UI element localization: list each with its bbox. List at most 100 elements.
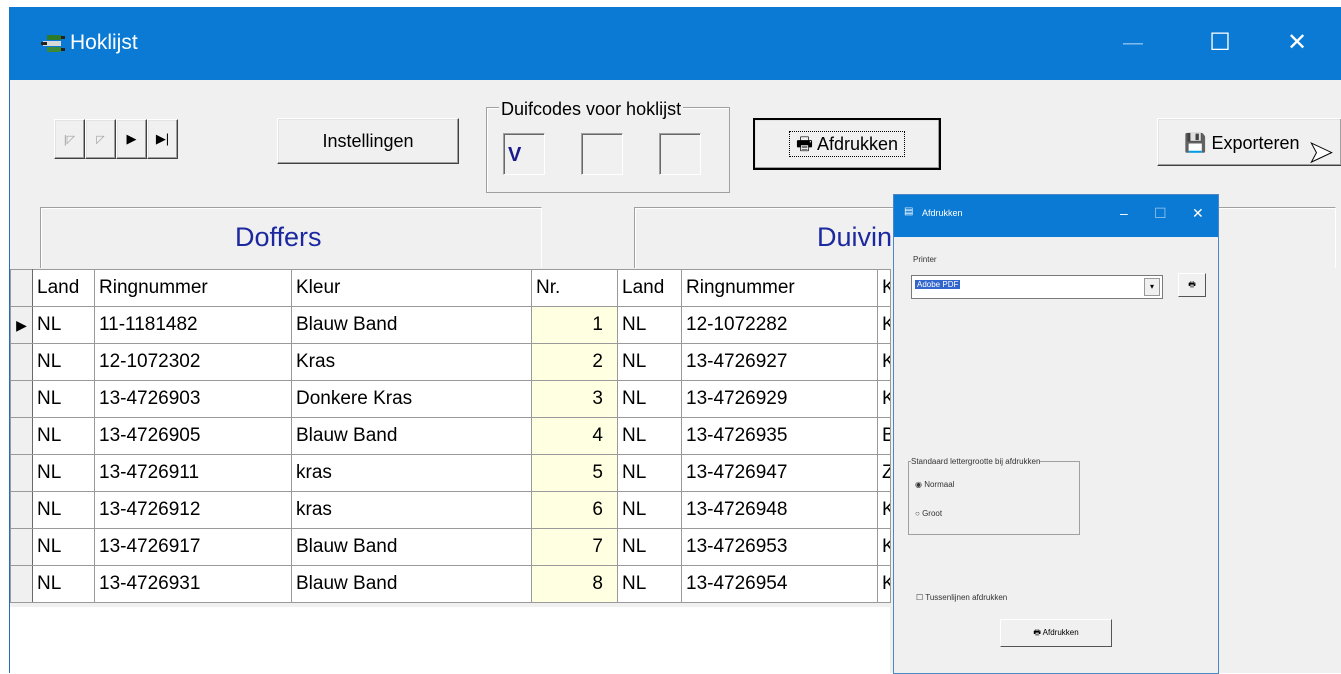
row-indicator-header [10, 269, 33, 307]
print-dialog-maximize-button[interactable]: ☐ [1154, 205, 1167, 222]
printer-setup-button[interactable]: 🖶 [1178, 273, 1206, 297]
cell-ringnummer[interactable]: 13-4726931 [94, 565, 292, 603]
table-row[interactable]: NL 13-4726931 Blauw Band 8 NL 13-4726954… [10, 565, 891, 603]
cell-kleur[interactable]: Kras [291, 343, 532, 381]
cell-ringnummer-2[interactable]: 12-1072282 [681, 306, 878, 344]
cell-land-2[interactable]: NL [617, 417, 682, 455]
cell-land[interactable]: NL [32, 417, 95, 455]
cell-ringnummer[interactable]: 13-4726903 [94, 380, 292, 418]
cell-land-2[interactable]: NL [617, 343, 682, 381]
duifcode-field-3[interactable] [659, 133, 701, 175]
cell-ringnummer-2[interactable]: 13-4726935 [681, 417, 878, 455]
table-row[interactable]: NL 13-4726911 kras 5 NL 13-4726947 Z [10, 454, 891, 492]
minimize-button[interactable]: — [1110, 21, 1156, 65]
table-row[interactable]: NL 13-4726917 Blauw Band 7 NL 13-4726953… [10, 528, 891, 566]
table-row[interactable]: NL 13-4726912 kras 6 NL 13-4726948 K [10, 491, 891, 529]
cell-nr[interactable]: 3 [531, 380, 618, 418]
cell-land[interactable]: NL [32, 306, 95, 344]
cell-nr[interactable]: 5 [531, 454, 618, 492]
cell-nr[interactable]: 4 [531, 417, 618, 455]
duifcode-field-2[interactable] [581, 133, 623, 175]
cell-kleur-2[interactable]: K [877, 343, 891, 381]
cell-ringnummer[interactable]: 13-4726905 [94, 417, 292, 455]
print-dialog-minimize-button[interactable]: – [1120, 205, 1128, 221]
column-header-kleur-2[interactable]: K [877, 269, 891, 307]
cell-kleur[interactable]: Blauw Band [291, 528, 532, 566]
column-header-land-2[interactable]: Land [617, 269, 682, 307]
cell-land-2[interactable]: NL [617, 454, 682, 492]
nav-next-button[interactable]: ▶ [116, 119, 147, 159]
afdrukken-button[interactable]: 🖶 Afdrukken [753, 118, 941, 170]
cell-land-2[interactable]: NL [617, 380, 682, 418]
cell-nr[interactable]: 7 [531, 528, 618, 566]
cell-land[interactable]: NL [32, 491, 95, 529]
cell-nr[interactable]: 6 [531, 491, 618, 529]
print-dialog-close-button[interactable]: ✕ [1192, 205, 1204, 222]
cell-land[interactable]: NL [32, 380, 95, 418]
nav-first-button[interactable]: |◸ [54, 119, 85, 159]
row-indicator [10, 380, 33, 418]
cell-kleur-2[interactable]: K [877, 380, 891, 418]
cell-nr[interactable]: 8 [531, 565, 618, 603]
column-header-ringnummer-2[interactable]: Ringnummer [681, 269, 878, 307]
cell-land[interactable]: NL [32, 565, 95, 603]
cell-kleur-2[interactable]: B [877, 417, 891, 455]
table-row[interactable]: NL 13-4726905 Blauw Band 4 NL 13-4726935… [10, 417, 891, 455]
cell-ringnummer-2[interactable]: 13-4726954 [681, 565, 878, 603]
cell-ringnummer[interactable]: 13-4726912 [94, 491, 292, 529]
app-icon [41, 35, 65, 52]
cell-ringnummer[interactable]: 11-1181482 [94, 306, 292, 344]
cell-kleur-2[interactable]: Z [877, 454, 891, 492]
cell-kleur-2[interactable]: K [877, 528, 891, 566]
radio-normaal[interactable]: ◉ Normaal [915, 480, 954, 489]
radio-groot[interactable]: ○ Groot [915, 509, 942, 518]
cell-kleur-2[interactable]: K [877, 306, 891, 344]
cell-ringnummer-2[interactable]: 13-4726927 [681, 343, 878, 381]
duifcode-field-1[interactable]: V [503, 133, 545, 175]
column-header-kleur[interactable]: Kleur [291, 269, 532, 307]
cell-nr[interactable]: 2 [531, 343, 618, 381]
cell-ringnummer-2[interactable]: 13-4726948 [681, 491, 878, 529]
cell-kleur-2[interactable]: K [877, 565, 891, 603]
column-header-nr[interactable]: Nr. [531, 269, 618, 307]
cell-ringnummer[interactable]: 13-4726911 [94, 454, 292, 492]
cell-ringnummer[interactable]: 13-4726917 [94, 528, 292, 566]
cell-ringnummer-2[interactable]: 13-4726953 [681, 528, 878, 566]
cell-land-2[interactable]: NL [617, 565, 682, 603]
print-dialog-afdrukken-button[interactable]: 🖶 Afdrukken [1000, 619, 1112, 647]
cell-ringnummer[interactable]: 12-1072302 [94, 343, 292, 381]
cell-land[interactable]: NL [32, 528, 95, 566]
cell-kleur[interactable]: kras [291, 454, 532, 492]
cell-kleur[interactable]: Donkere Kras [291, 380, 532, 418]
print-dialog-title-bar[interactable]: ▤ Afdrukken – ☐ ✕ [894, 195, 1218, 237]
nav-last-button[interactable]: ▶| [147, 119, 178, 159]
nav-prev-button[interactable]: ◸ [85, 119, 116, 159]
cell-kleur-2[interactable]: K [877, 491, 891, 529]
column-header-land[interactable]: Land [32, 269, 95, 307]
cell-land-2[interactable]: NL [617, 491, 682, 529]
cell-kleur[interactable]: Blauw Band [291, 306, 532, 344]
chevron-down-icon[interactable]: ▾ [1144, 278, 1160, 296]
printer-select[interactable]: Adobe PDF ▾ [911, 275, 1163, 299]
cell-land-2[interactable]: NL [617, 306, 682, 344]
tussenlijnen-checkbox[interactable]: ☐ Tussenlijnen afdrukken [916, 593, 1007, 602]
column-header-ringnummer[interactable]: Ringnummer [94, 269, 292, 307]
cell-ringnummer-2[interactable]: 13-4726929 [681, 380, 878, 418]
cell-land-2[interactable]: NL [617, 528, 682, 566]
cell-kleur[interactable]: kras [291, 491, 532, 529]
table-row[interactable]: NL 12-1072302 Kras 2 NL 13-4726927 K [10, 343, 891, 381]
close-button[interactable]: ✕ [1274, 21, 1320, 65]
cell-ringnummer-2[interactable]: 13-4726947 [681, 454, 878, 492]
instellingen-button[interactable]: Instellingen [277, 118, 459, 164]
cell-kleur[interactable]: Blauw Band [291, 417, 532, 455]
maximize-button[interactable]: ☐ [1197, 21, 1243, 65]
cell-kleur[interactable]: Blauw Band [291, 565, 532, 603]
table-row[interactable]: ▶ NL 11-1181482 Blauw Band 1 NL 12-10722… [10, 306, 891, 344]
title-bar[interactable]: Hoklijst — ☐ ✕ [10, 7, 1341, 80]
table-row[interactable]: NL 13-4726903 Donkere Kras 3 NL 13-47269… [10, 380, 891, 418]
cell-land[interactable]: NL [32, 454, 95, 492]
cell-nr[interactable]: 1 [531, 306, 618, 344]
duifcodes-group: Duifcodes voor hoklijst V [486, 99, 730, 193]
row-indicator [10, 417, 33, 455]
cell-land[interactable]: NL [32, 343, 95, 381]
